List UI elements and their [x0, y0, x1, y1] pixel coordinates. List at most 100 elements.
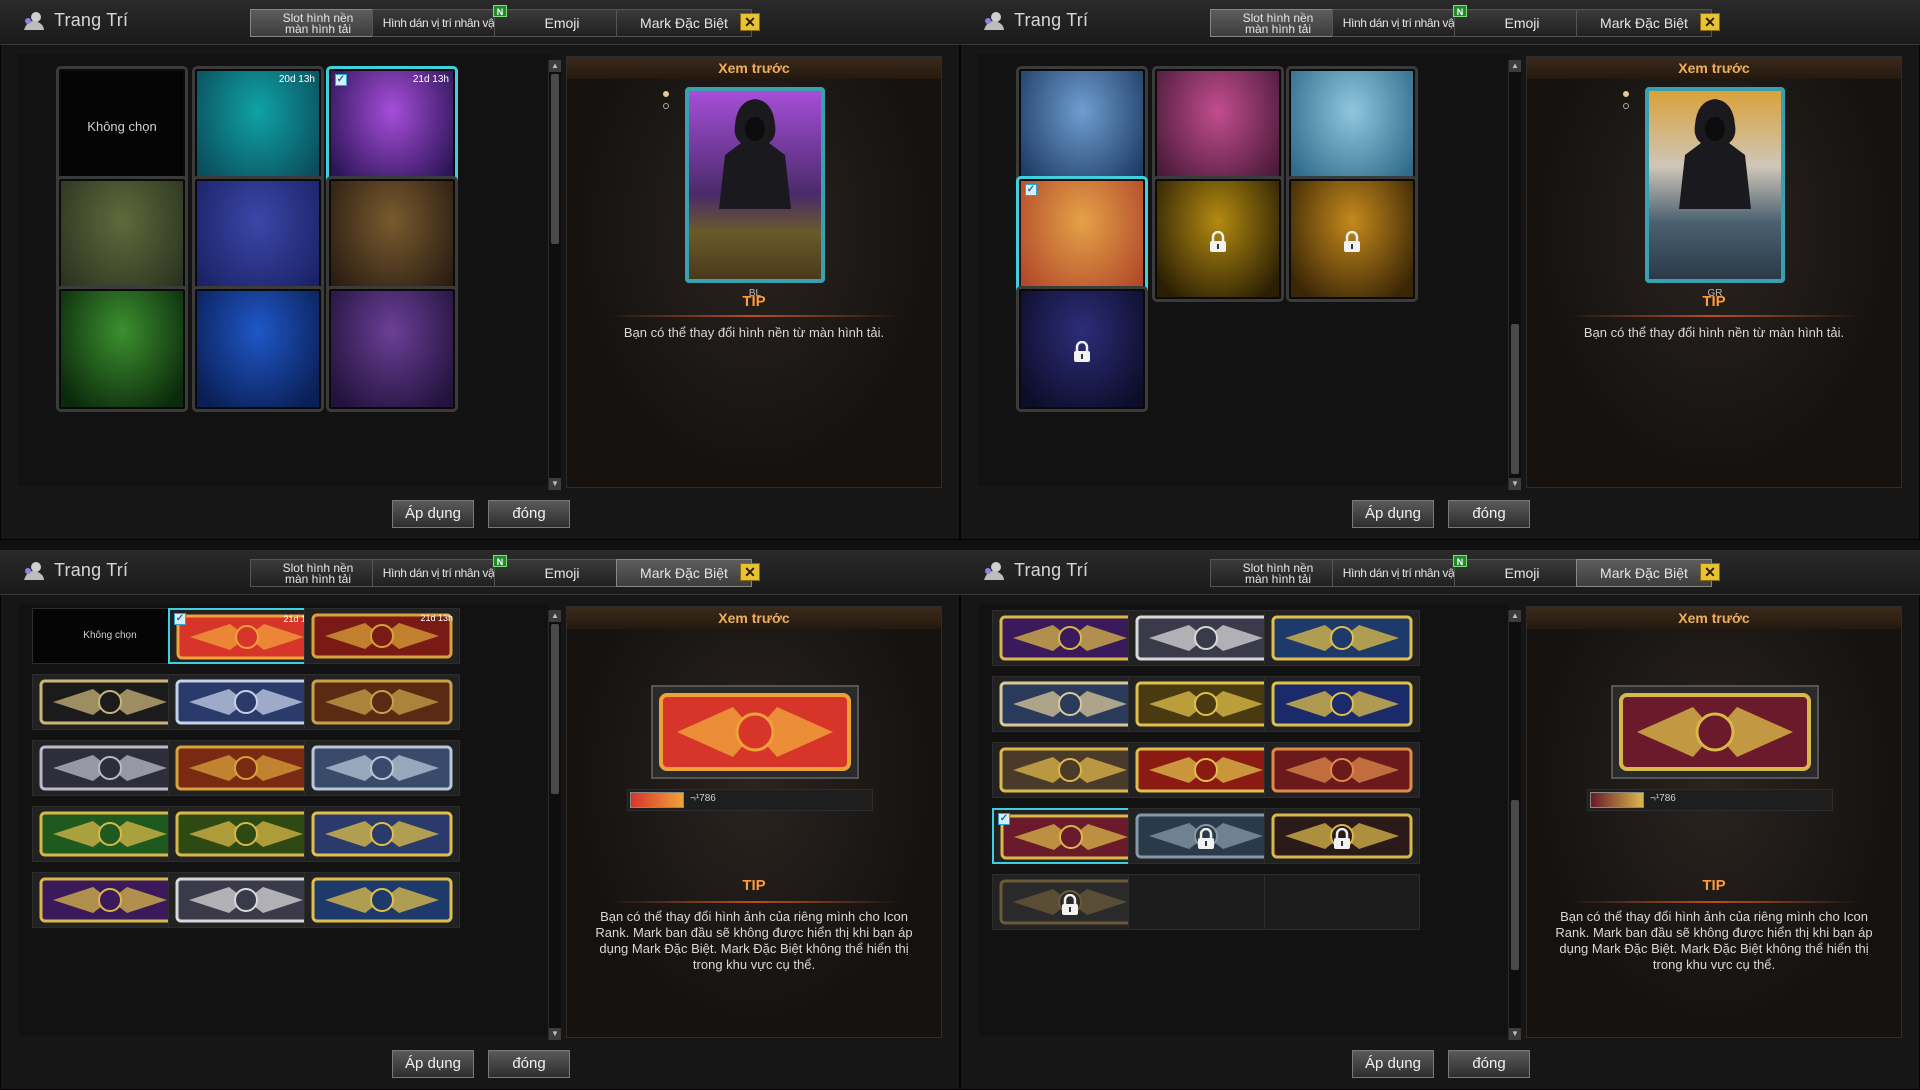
wallpaper-card[interactable] [1152, 66, 1284, 192]
wallpaper-card[interactable] [56, 286, 188, 412]
special-mark-item[interactable]: Không chọn [32, 608, 188, 664]
special-mark-item[interactable] [168, 806, 324, 862]
tab-loading-wallpaper-slot[interactable]: Slot hình nền màn hình tải [250, 559, 386, 587]
scrollbar[interactable]: ▲ ▼ [548, 610, 561, 1040]
special-mark-item[interactable] [992, 874, 1148, 930]
close-button[interactable]: đóng [488, 500, 570, 528]
special-mark-item[interactable] [304, 674, 460, 730]
wallpaper-card[interactable]: ✓ [1016, 176, 1148, 302]
wallpaper-card[interactable] [326, 286, 458, 412]
close-button[interactable]: đóng [1448, 500, 1530, 528]
scroll-down-arrow-icon[interactable]: ▼ [549, 478, 561, 490]
special-mark-item[interactable] [1128, 676, 1284, 732]
lock-icon [1072, 340, 1092, 363]
scroll-up-arrow-icon[interactable]: ▲ [1509, 60, 1521, 72]
special-mark-item[interactable] [992, 610, 1148, 666]
scroll-up-arrow-icon[interactable]: ▲ [549, 60, 561, 72]
tab-loading-wallpaper-slot[interactable]: Slot hình nền màn hình tải [1210, 9, 1346, 37]
close-button[interactable]: đóng [488, 1050, 570, 1078]
special-mark-item[interactable] [1128, 610, 1284, 666]
mark-emblem-icon [1271, 747, 1413, 793]
tab-label: Hình dán vị trí nhân vật [382, 566, 498, 580]
tab-character-sticker[interactable]: Hình dán vị trí nhân vật [1332, 9, 1468, 37]
tab-label-line-2: màn hình tải [284, 572, 352, 586]
page-dot[interactable] [1623, 103, 1629, 109]
scroll-down-arrow-icon[interactable]: ▼ [1509, 478, 1521, 490]
special-mark-item[interactable] [1264, 808, 1420, 864]
wallpaper-card[interactable] [326, 176, 458, 302]
special-mark-item[interactable]: 21d 13h [304, 608, 460, 664]
apply-button[interactable]: Áp dụng [1352, 1050, 1434, 1078]
mark-emblem-icon [175, 811, 317, 857]
wallpaper-card[interactable] [1152, 176, 1284, 302]
special-mark-item[interactable] [32, 740, 188, 796]
scroll-thumb[interactable] [1511, 800, 1519, 970]
tab-special-mark[interactable]: Mark Đặc Biệt [616, 9, 752, 37]
scroll-down-arrow-icon[interactable]: ▼ [1509, 1028, 1521, 1040]
tab-character-sticker[interactable]: Hình dán vị trí nhân vật [372, 559, 508, 587]
tab-emoji[interactable]: Emoji [494, 559, 630, 587]
wallpaper-card[interactable] [1016, 286, 1148, 412]
wallpaper-card[interactable]: 21d 13h ✓ [326, 66, 458, 192]
special-mark-item[interactable] [168, 740, 324, 796]
special-mark-item[interactable] [32, 806, 188, 862]
wallpaper-card[interactable] [56, 176, 188, 302]
wallpaper-card[interactable]: 20d 13h [192, 66, 324, 192]
tab-emoji[interactable]: Emoji [1454, 9, 1590, 37]
page-dot[interactable] [663, 103, 669, 109]
apply-button[interactable]: Áp dụng [392, 500, 474, 528]
scroll-up-arrow-icon[interactable]: ▲ [1509, 610, 1521, 622]
close-button[interactable]: đóng [1448, 1050, 1530, 1078]
page-dot[interactable] [1623, 91, 1629, 97]
tab-special-mark[interactable]: Mark Đặc Biệt [1576, 559, 1712, 587]
wallpaper-card[interactable] [1286, 66, 1418, 192]
tab-label: Emoji [1504, 15, 1540, 31]
tab-emoji[interactable]: Emoji [494, 9, 630, 37]
special-mark-item[interactable] [1264, 610, 1420, 666]
special-mark-item[interactable] [168, 872, 324, 928]
scrollbar[interactable]: ▲ ▼ [1508, 610, 1521, 1040]
tab-emoji[interactable]: Emoji [1454, 559, 1590, 587]
apply-button[interactable]: Áp dụng [1352, 500, 1434, 528]
wallpaper-card[interactable] [192, 286, 324, 412]
special-mark-item[interactable]: ✓ [992, 808, 1148, 864]
tab-loading-wallpaper-slot[interactable]: Slot hình nền màn hình tải [1210, 559, 1346, 587]
tab-loading-wallpaper-slot[interactable]: Slot hình nền màn hình tải [250, 9, 386, 37]
special-mark-item[interactable] [992, 676, 1148, 732]
close-window-button[interactable]: ✕ [740, 563, 760, 581]
special-mark-item[interactable] [1128, 742, 1284, 798]
special-mark-item[interactable] [304, 872, 460, 928]
close-window-button[interactable]: ✕ [740, 13, 760, 31]
special-mark-item[interactable]: 21d 13h ✓ [168, 608, 324, 664]
special-mark-item[interactable] [1264, 742, 1420, 798]
scroll-thumb[interactable] [551, 624, 559, 794]
special-mark-item[interactable] [1128, 808, 1284, 864]
tab-special-mark[interactable]: Mark Đặc Biệt [1576, 9, 1712, 37]
scrollbar[interactable]: ▲ ▼ [548, 60, 561, 490]
close-window-button[interactable]: ✕ [1700, 563, 1720, 581]
wallpaper-card[interactable] [192, 176, 324, 302]
special-mark-item[interactable] [32, 872, 188, 928]
wallpaper-card[interactable]: Không chọn [56, 66, 188, 192]
special-mark-item[interactable] [1264, 676, 1420, 732]
soldier-character-icon [719, 99, 791, 209]
scroll-thumb[interactable] [551, 74, 559, 244]
apply-button[interactable]: Áp dụng [392, 1050, 474, 1078]
tab-character-sticker[interactable]: Hình dán vị trí nhân vật [1332, 559, 1468, 587]
scroll-thumb[interactable] [1511, 324, 1519, 474]
scroll-up-arrow-icon[interactable]: ▲ [549, 610, 561, 622]
page-dot[interactable] [663, 91, 669, 97]
wallpaper-card[interactable] [1286, 176, 1418, 302]
mark-emblem-icon [1271, 615, 1413, 661]
scroll-down-arrow-icon[interactable]: ▼ [549, 1028, 561, 1040]
scrollbar[interactable]: ▲ ▼ [1508, 60, 1521, 490]
special-mark-item[interactable] [304, 806, 460, 862]
tab-character-sticker[interactable]: Hình dán vị trí nhân vật [372, 9, 508, 37]
close-window-button[interactable]: ✕ [1700, 13, 1720, 31]
special-mark-item[interactable] [32, 674, 188, 730]
special-mark-item[interactable] [304, 740, 460, 796]
special-mark-item[interactable] [992, 742, 1148, 798]
tab-special-mark[interactable]: Mark Đặc Biệt [616, 559, 752, 587]
special-mark-item[interactable] [168, 674, 324, 730]
wallpaper-card[interactable] [1016, 66, 1148, 192]
